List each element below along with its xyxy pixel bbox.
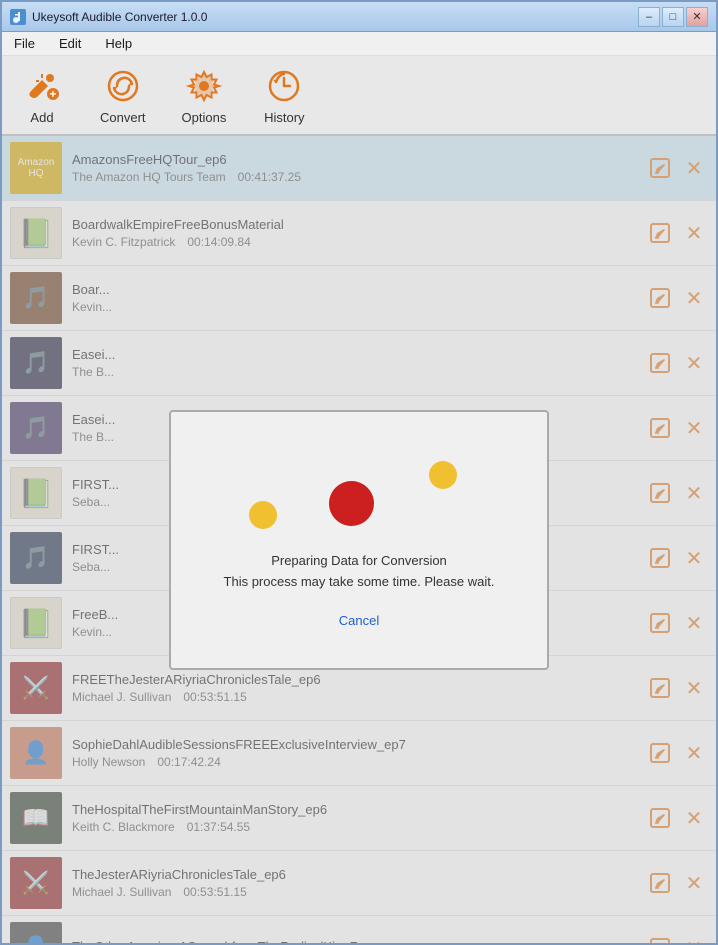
convert-icon <box>103 66 143 106</box>
title-bar: Ukeysoft Audible Converter 1.0.0 – □ ✕ <box>2 2 716 32</box>
content-area[interactable]: Amazon HQ AmazonsFreeHQTour_ep6 The Amaz… <box>2 136 716 943</box>
svg-text:+: + <box>49 87 56 101</box>
menu-bar: File Edit Help <box>2 32 716 56</box>
window-title: Ukeysoft Audible Converter 1.0.0 <box>32 10 207 24</box>
convert-label: Convert <box>100 110 146 125</box>
toolbar: + Add Convert <box>2 56 716 136</box>
history-label: History <box>264 110 304 125</box>
loading-overlay: Preparing Data for Conversion This proce… <box>2 136 716 943</box>
options-icon <box>184 66 224 106</box>
cancel-button[interactable]: Cancel <box>339 613 379 628</box>
menu-help[interactable]: Help <box>101 34 136 53</box>
dot-center <box>329 481 374 526</box>
options-button[interactable]: Options <box>174 62 235 129</box>
minimize-button[interactable]: – <box>638 7 660 27</box>
dots-animation <box>219 451 499 531</box>
app-window: Ukeysoft Audible Converter 1.0.0 – □ ✕ F… <box>0 0 718 945</box>
dot-right <box>429 461 457 489</box>
add-label: Add <box>30 110 53 125</box>
maximize-button[interactable]: □ <box>662 7 684 27</box>
history-button[interactable]: History <box>254 62 314 129</box>
title-bar-buttons: – □ ✕ <box>638 7 708 27</box>
dialog-message: Preparing Data for Conversion This proce… <box>224 551 495 593</box>
history-icon <box>264 66 304 106</box>
app-icon <box>10 9 26 25</box>
close-button[interactable]: ✕ <box>686 7 708 27</box>
progress-dialog: Preparing Data for Conversion This proce… <box>169 410 549 670</box>
title-bar-left: Ukeysoft Audible Converter 1.0.0 <box>10 9 207 25</box>
convert-button[interactable]: Convert <box>92 62 154 129</box>
add-icon: + <box>22 66 62 106</box>
dot-left <box>249 501 277 529</box>
menu-edit[interactable]: Edit <box>55 34 85 53</box>
add-button[interactable]: + Add <box>12 62 72 129</box>
menu-file[interactable]: File <box>10 34 39 53</box>
options-label: Options <box>182 110 227 125</box>
